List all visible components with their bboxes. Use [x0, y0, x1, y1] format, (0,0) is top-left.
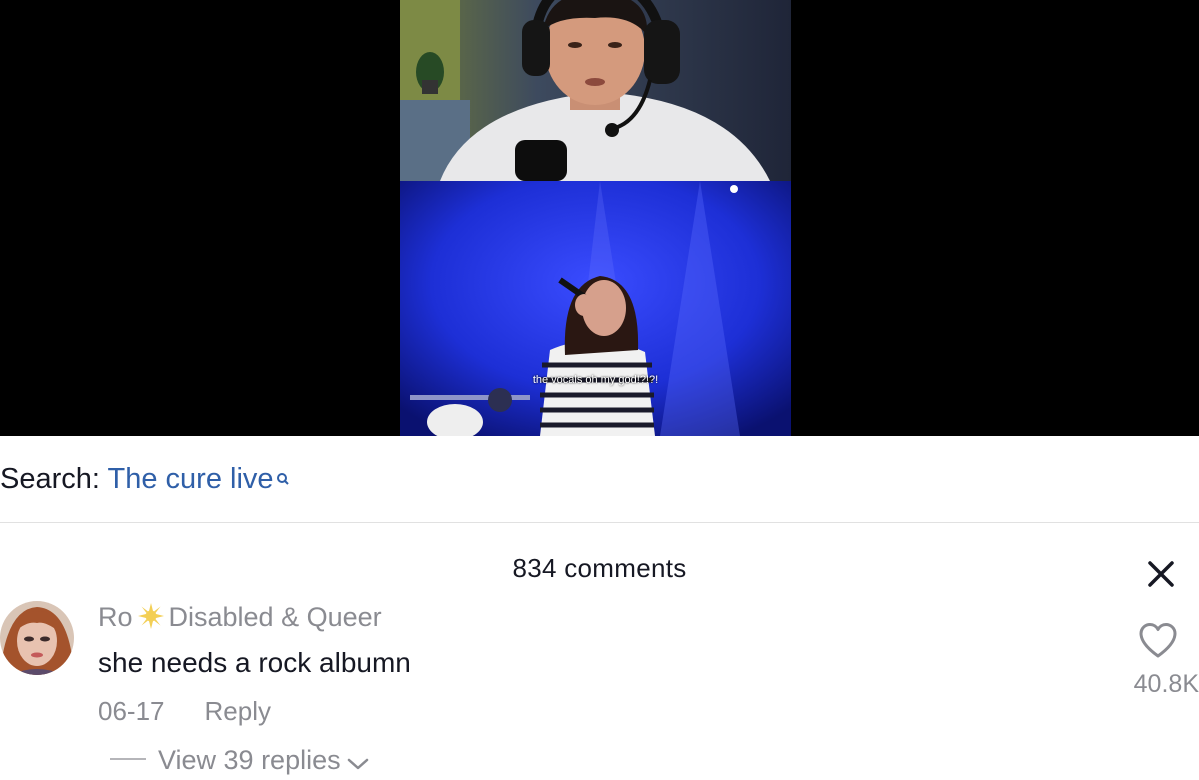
view-replies-button[interactable]: View 39 replies	[110, 742, 369, 780]
chevron-down-icon	[347, 744, 369, 780]
avatar[interactable]	[0, 601, 74, 675]
sun-icon	[137, 602, 165, 638]
video-caption: the vocals oh my god!?!?!	[532, 374, 659, 386]
comments-count-title: 834 comments	[512, 553, 687, 583]
reply-button[interactable]: Reply	[205, 696, 271, 726]
search-icon	[276, 461, 290, 497]
comment-username[interactable]: Ro	[98, 602, 133, 632]
comment-meta-row: 06-17 Reply	[98, 694, 271, 728]
close-icon[interactable]	[1144, 557, 1178, 591]
comment-text: she needs a rock albumn	[98, 647, 411, 678]
comment-author-row: Ro Disabled & Queer	[98, 600, 382, 638]
replies-divider-line	[110, 758, 146, 760]
video-frame[interactable]: the vocals oh my god!?!?!	[400, 0, 791, 436]
comment-date: 06-17	[98, 696, 165, 726]
search-row: Search: The cure live	[0, 461, 290, 497]
heart-outline-icon[interactable]	[1138, 621, 1178, 661]
like-count: 40.8K	[1133, 670, 1199, 698]
search-term-link[interactable]: The cure live	[108, 463, 290, 495]
view-replies-label: View 39 replies	[158, 745, 341, 775]
video-thumbnail	[400, 0, 791, 436]
video-player-area[interactable]: the vocals oh my god!?!?!	[0, 0, 1199, 436]
search-label: Search:	[0, 463, 100, 495]
search-suggestion-bar[interactable]: Search: The cure live	[0, 436, 1199, 523]
search-term-text: The cure live	[107, 463, 274, 495]
comment-user-tag: Disabled & Queer	[168, 602, 382, 632]
